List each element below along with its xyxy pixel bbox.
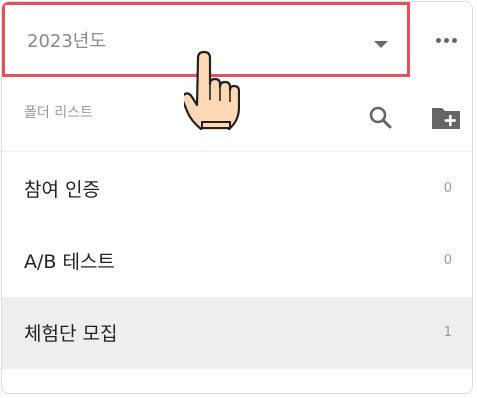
year-select-value: 2023년도: [27, 31, 106, 52]
folder-item-label: 참여 인증: [24, 179, 100, 201]
search-icon: [369, 106, 392, 129]
add-folder-button[interactable]: [430, 104, 462, 132]
more-dot-icon: [436, 38, 441, 43]
more-dot-icon: [452, 38, 457, 43]
panel-header: 2023년도: [2, 2, 472, 80]
folder-list: 참여 인증 0 A/B 테스트 0 체험단 모집 1: [2, 153, 472, 369]
folder-item-count: 0: [443, 253, 452, 268]
folder-item-label: 체험단 모집: [24, 323, 118, 345]
folder-item[interactable]: 참여 인증 0: [2, 153, 472, 225]
folder-item-selected[interactable]: 체험단 모집 1: [2, 297, 472, 369]
more-options-button[interactable]: [422, 20, 470, 60]
folder-item-label: A/B 테스트: [24, 251, 115, 273]
caret-down-icon: [374, 41, 388, 48]
folder-panel: 2023년도 폴더 리스트 참여 인증 0 A/B 테스트 0 체험단 모집 1: [1, 1, 473, 394]
more-dot-icon: [444, 38, 449, 43]
year-select-dropdown[interactable]: 2023년도: [2, 2, 410, 77]
folder-toolbar: 폴더 리스트: [2, 82, 472, 152]
folder-list-label: 폴더 리스트: [24, 105, 93, 121]
folder-add-icon: [432, 108, 460, 129]
folder-item-count: 1: [443, 325, 452, 340]
folder-item-count: 0: [443, 181, 452, 196]
folder-item[interactable]: A/B 테스트 0: [2, 225, 472, 297]
search-button[interactable]: [367, 104, 395, 132]
